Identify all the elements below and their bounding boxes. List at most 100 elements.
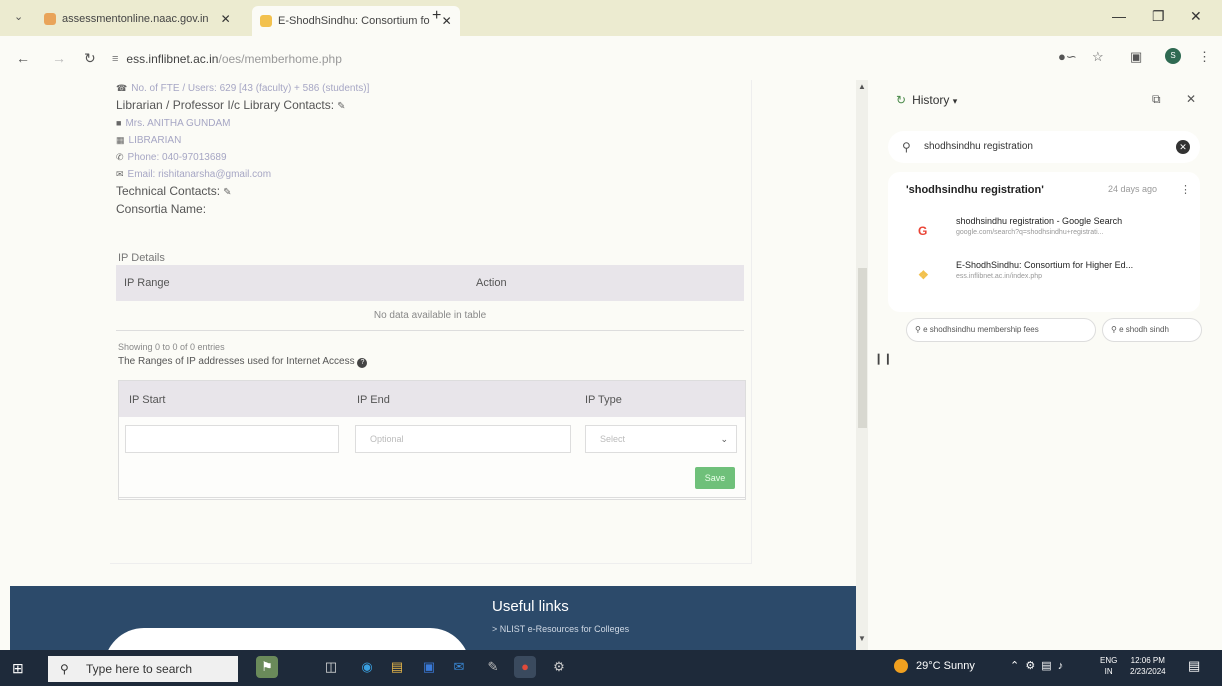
chip-text: e shodhsindhu membership fees bbox=[923, 325, 1039, 334]
eshodhsindhu-favicon-icon bbox=[260, 15, 272, 27]
clock[interactable]: 12:06 PM 2/23/2024 bbox=[1130, 655, 1166, 677]
history-item-title: E-ShodhSindhu: Consortium for Higher Ed.… bbox=[956, 260, 1134, 270]
history-group-card: 'shodhsindhu registration' 24 days ago ⋮… bbox=[888, 172, 1200, 312]
file-explorer-icon[interactable]: ▤ bbox=[386, 656, 408, 678]
panel-resize-handle[interactable]: ❙❙ bbox=[874, 352, 892, 365]
consortia-label: Consortia Name: bbox=[116, 202, 207, 216]
footer-logo-shape bbox=[104, 628, 470, 650]
notification-icon[interactable]: ▤ bbox=[1188, 658, 1200, 674]
fte-text: No. of FTE / Users: 629 [43 (faculty) + … bbox=[131, 83, 370, 94]
history-item-url: ess.inflibnet.ac.in/index.php bbox=[956, 273, 1042, 280]
col-ip-range[interactable]: IP Range bbox=[124, 277, 170, 289]
edit-icon[interactable]: ✎ bbox=[223, 187, 231, 198]
tab-search-icon[interactable]: ⌄ bbox=[14, 10, 23, 23]
store-icon[interactable]: ▣ bbox=[418, 656, 440, 678]
col-action[interactable]: Action bbox=[476, 277, 507, 289]
clock-date: 2/23/2024 bbox=[1130, 667, 1166, 676]
reload-icon[interactable]: ↻ bbox=[84, 50, 96, 67]
footer-title: Useful links bbox=[492, 598, 569, 615]
user-icon: ■ bbox=[116, 118, 122, 128]
more-options-icon[interactable]: ⋮ bbox=[1180, 183, 1191, 196]
tab-naac[interactable]: assessmentonline.naac.gov.in ✕ bbox=[44, 8, 231, 30]
divider bbox=[119, 497, 745, 498]
profile-avatar[interactable]: S bbox=[1165, 48, 1181, 64]
contacts-section: ☎ No. of FTE / Users: 629 [43 (faculty) +… bbox=[116, 80, 856, 217]
mail-icon[interactable]: ✉ bbox=[448, 656, 470, 678]
close-icon[interactable]: ✕ bbox=[442, 14, 452, 28]
language-indicator[interactable]: ENG IN bbox=[1100, 655, 1117, 677]
contact-phone: ✆ Phone: 040-97013689 bbox=[116, 149, 856, 166]
clear-search-icon[interactable]: ✕ bbox=[1176, 140, 1190, 154]
clock-time: 12:06 PM bbox=[1130, 656, 1165, 665]
ip-form-header: IP Start IP End IP Type bbox=[119, 381, 745, 417]
tab-eshodhsindhu[interactable]: E-ShodhSindhu: Consortium fo ✕ bbox=[252, 6, 460, 36]
ip-form: IP Start IP End IP Type Optional Select … bbox=[118, 380, 746, 500]
related-search-chip[interactable]: ⚲ e shodh sindh bbox=[1102, 318, 1202, 342]
paint-icon[interactable]: ✎ bbox=[482, 656, 504, 678]
site-info-icon[interactable]: ≡ bbox=[112, 53, 118, 65]
search-icon: ⚲ bbox=[60, 662, 69, 676]
back-arrow-icon[interactable]: ← bbox=[16, 50, 30, 66]
dropdown-icon: ▾ bbox=[952, 96, 958, 106]
minimize-icon[interactable]: — bbox=[1112, 8, 1126, 24]
scroll-down-icon[interactable]: ▼ bbox=[858, 634, 866, 643]
chip-text: e shodh sindh bbox=[1119, 325, 1169, 334]
password-key-icon[interactable]: ●∽ bbox=[1058, 49, 1077, 65]
search-icon: ⚲ bbox=[915, 325, 921, 334]
tab-title: E-ShodhSindhu: Consortium fo bbox=[278, 15, 430, 27]
forward-arrow-icon[interactable]: → bbox=[52, 50, 66, 66]
open-in-new-icon[interactable]: ⧉ bbox=[1152, 92, 1161, 107]
history-panel-title[interactable]: ↻ History ▾ bbox=[896, 93, 957, 107]
label-ip-type: IP Type bbox=[585, 394, 622, 406]
edge-icon[interactable]: ◉ bbox=[356, 656, 378, 678]
librarian-heading-text: Librarian / Professor I/c Library Contac… bbox=[116, 98, 335, 112]
related-search-chip[interactable]: ⚲ e shodhsindhu membership fees bbox=[906, 318, 1096, 342]
chrome-icon[interactable]: ● bbox=[514, 656, 536, 678]
google-icon: G bbox=[918, 224, 928, 238]
info-icon[interactable]: ? bbox=[357, 358, 368, 368]
taskbar-search[interactable]: ⚲ Type here to search bbox=[48, 656, 238, 682]
ip-type-select[interactable]: Select ⌄ bbox=[585, 425, 737, 453]
ip-end-input[interactable]: Optional bbox=[355, 425, 571, 453]
scroll-up-icon[interactable]: ▲ bbox=[858, 82, 866, 91]
task-view-icon[interactable]: ◫ bbox=[320, 656, 342, 678]
side-panel-icon[interactable]: ▣ bbox=[1130, 49, 1142, 65]
windows-start-icon[interactable]: ⊞ bbox=[12, 660, 24, 677]
weather-text: 29°C Sunny bbox=[916, 660, 975, 672]
history-search-value: shodhsindhu registration bbox=[924, 141, 1033, 152]
bookmark-star-icon[interactable]: ☆ bbox=[1092, 49, 1104, 65]
ip-table-empty: No data available in table bbox=[116, 301, 744, 331]
sun-icon bbox=[894, 659, 908, 673]
naac-favicon-icon bbox=[44, 13, 56, 25]
history-icon: ↻ bbox=[896, 93, 907, 107]
system-tray-icons[interactable]: ⌃ ⚙ ▤ ♪ bbox=[1010, 659, 1063, 672]
news-widget-icon[interactable]: ⚑ bbox=[256, 656, 278, 678]
footer-link-nlist[interactable]: > NLIST e-Resources for Colleges bbox=[492, 624, 629, 634]
weather-widget[interactable]: 29°C Sunny bbox=[894, 659, 975, 673]
ip-start-input[interactable] bbox=[125, 425, 339, 453]
close-panel-icon[interactable]: ✕ bbox=[1186, 92, 1196, 106]
ip-ranges-note: The Ranges of IP addresses used for Inte… bbox=[118, 356, 368, 368]
email-text: Email: rishitanarsha@gmail.com bbox=[127, 169, 272, 180]
librarian-heading: Librarian / Professor I/c Library Contac… bbox=[116, 97, 856, 115]
edit-icon[interactable]: ✎ bbox=[337, 101, 345, 112]
settings-gear-icon[interactable]: ⚙ bbox=[548, 656, 570, 678]
ip-table-header: IP Range Action bbox=[116, 265, 744, 301]
menu-kebab-icon[interactable]: ⋮ bbox=[1198, 49, 1211, 65]
designation-text: LIBRARIAN bbox=[128, 135, 182, 146]
url-host: ess.inflibnet.ac.in bbox=[126, 52, 219, 66]
new-tab-button[interactable]: + bbox=[432, 7, 441, 25]
close-icon[interactable]: ✕ bbox=[221, 12, 231, 26]
address-bar[interactable]: ≡ ess.inflibnet.ac.in /oes/memberhome.ph… bbox=[112, 45, 342, 73]
scroll-thumb[interactable] bbox=[858, 268, 867, 428]
history-item-title: shodhsindhu registration - Google Search bbox=[956, 216, 1123, 226]
window-close-icon[interactable]: ✕ bbox=[1190, 8, 1202, 25]
restore-icon[interactable]: ❐ bbox=[1152, 8, 1165, 25]
history-search-input[interactable]: ⚲ shodhsindhu registration ✕ bbox=[888, 131, 1200, 163]
phone-text: Phone: 040-97013689 bbox=[127, 152, 227, 163]
footer: Useful links > NLIST e-Resources for Col… bbox=[10, 586, 858, 650]
history-group-time: 24 days ago bbox=[1108, 184, 1158, 194]
history-side-panel bbox=[872, 80, 1222, 650]
save-button[interactable]: Save bbox=[695, 467, 735, 489]
search-icon: ⚲ bbox=[1111, 325, 1117, 334]
